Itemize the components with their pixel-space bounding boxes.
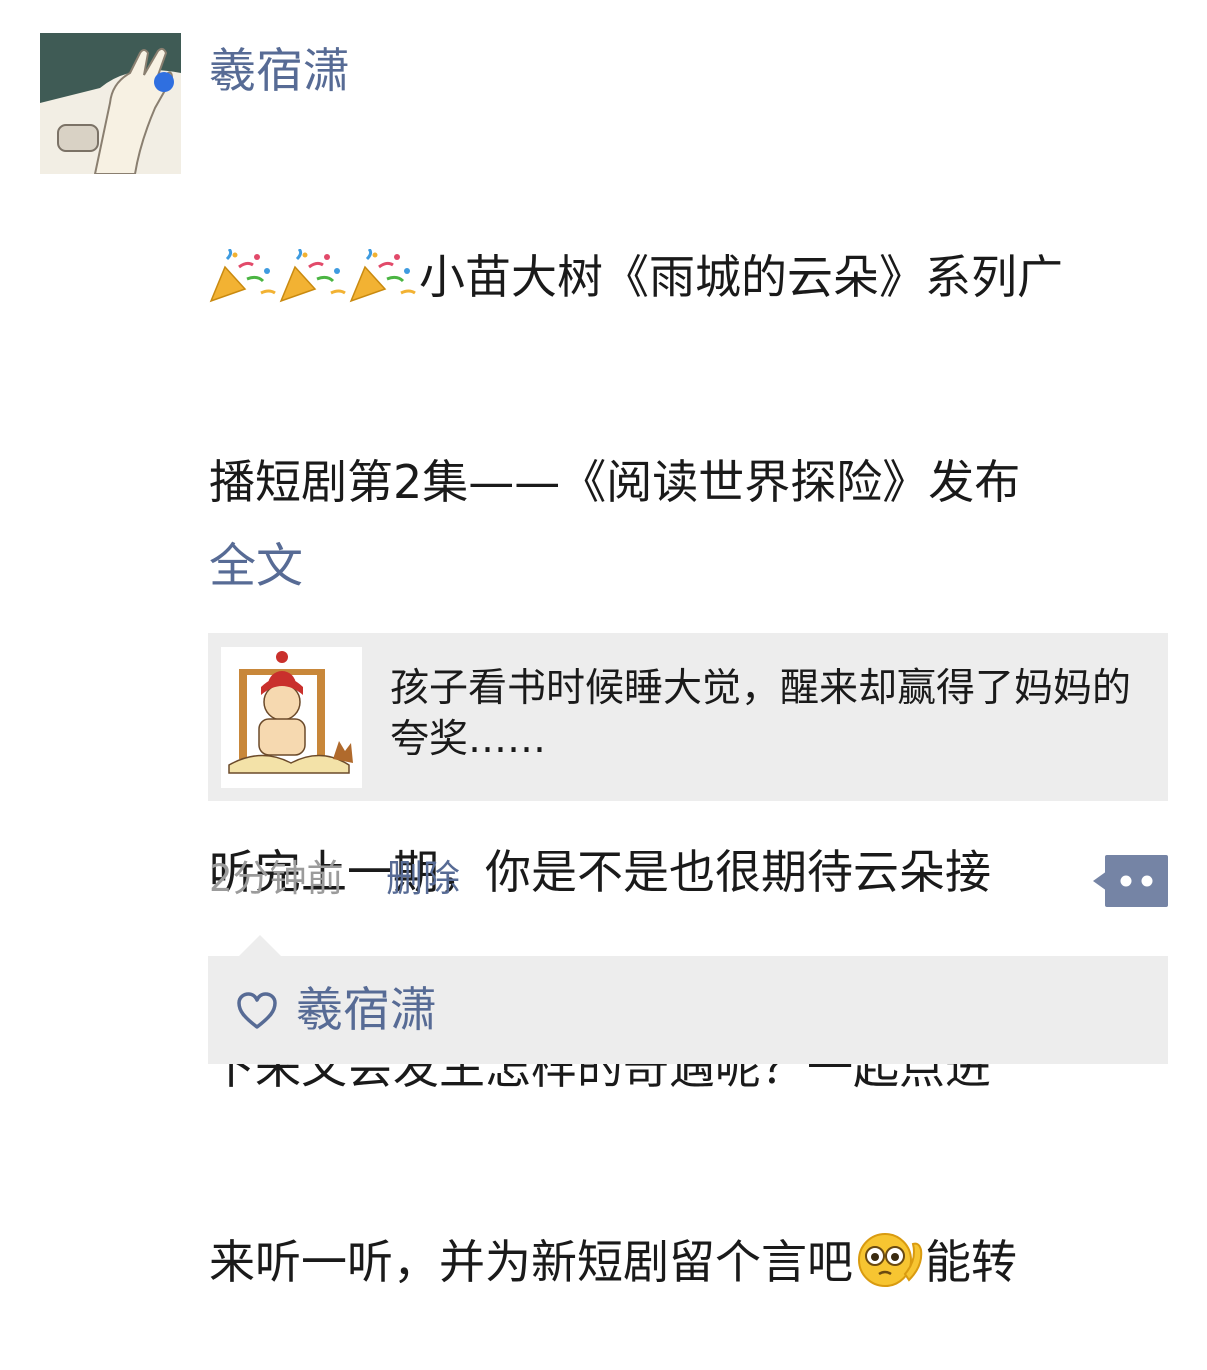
post-text-line-2: 播短剧第2集——《阅读世界探险》发布 bbox=[209, 455, 1021, 509]
heart-icon bbox=[237, 992, 277, 1029]
party-popper-icon bbox=[279, 247, 349, 320]
link-thumbnail bbox=[221, 647, 362, 788]
full-text-link[interactable]: 全文 bbox=[209, 535, 303, 599]
flushed-face-icon bbox=[853, 1230, 925, 1305]
post-text-segment: 来听一听，并为新短剧留个言吧 bbox=[209, 1235, 853, 1289]
post-text-segment: 小苗大树《雨城的云朵》系列广 bbox=[419, 250, 1063, 304]
author-name[interactable]: 羲宿潇 bbox=[209, 40, 350, 104]
likes-panel: 羲宿潇 bbox=[208, 956, 1168, 1064]
likes-pointer bbox=[238, 935, 282, 957]
party-popper-icon bbox=[209, 247, 279, 320]
avatar[interactable] bbox=[40, 33, 181, 174]
post-text-segment: 能转 bbox=[925, 1235, 1017, 1289]
delete-button[interactable]: 删除 bbox=[386, 852, 460, 906]
comment-dots-icon bbox=[1093, 855, 1168, 907]
party-popper-icon bbox=[349, 247, 419, 320]
more-actions-button[interactable] bbox=[1093, 855, 1168, 907]
post-text-line-4: 听完上一期，你是不是也很期待云朵接 bbox=[209, 845, 991, 899]
liker-name[interactable]: 羲宿潇 bbox=[296, 981, 437, 1041]
post-text-line-1: 小苗大树《雨城的云朵》系列广 bbox=[209, 245, 1184, 320]
post-text-line-6: 来听一听，并为新短剧留个言吧 能转 bbox=[209, 1230, 1184, 1305]
link-card-title: 孩子看书时候睡大觉，醒来却赢得了妈妈的夸奖…… bbox=[390, 666, 1132, 762]
shared-link-card[interactable]: 孩子看书时候睡大觉，醒来却赢得了妈妈的夸奖…… bbox=[208, 633, 1168, 801]
post-timestamp: 2分钟前 bbox=[209, 857, 344, 900]
